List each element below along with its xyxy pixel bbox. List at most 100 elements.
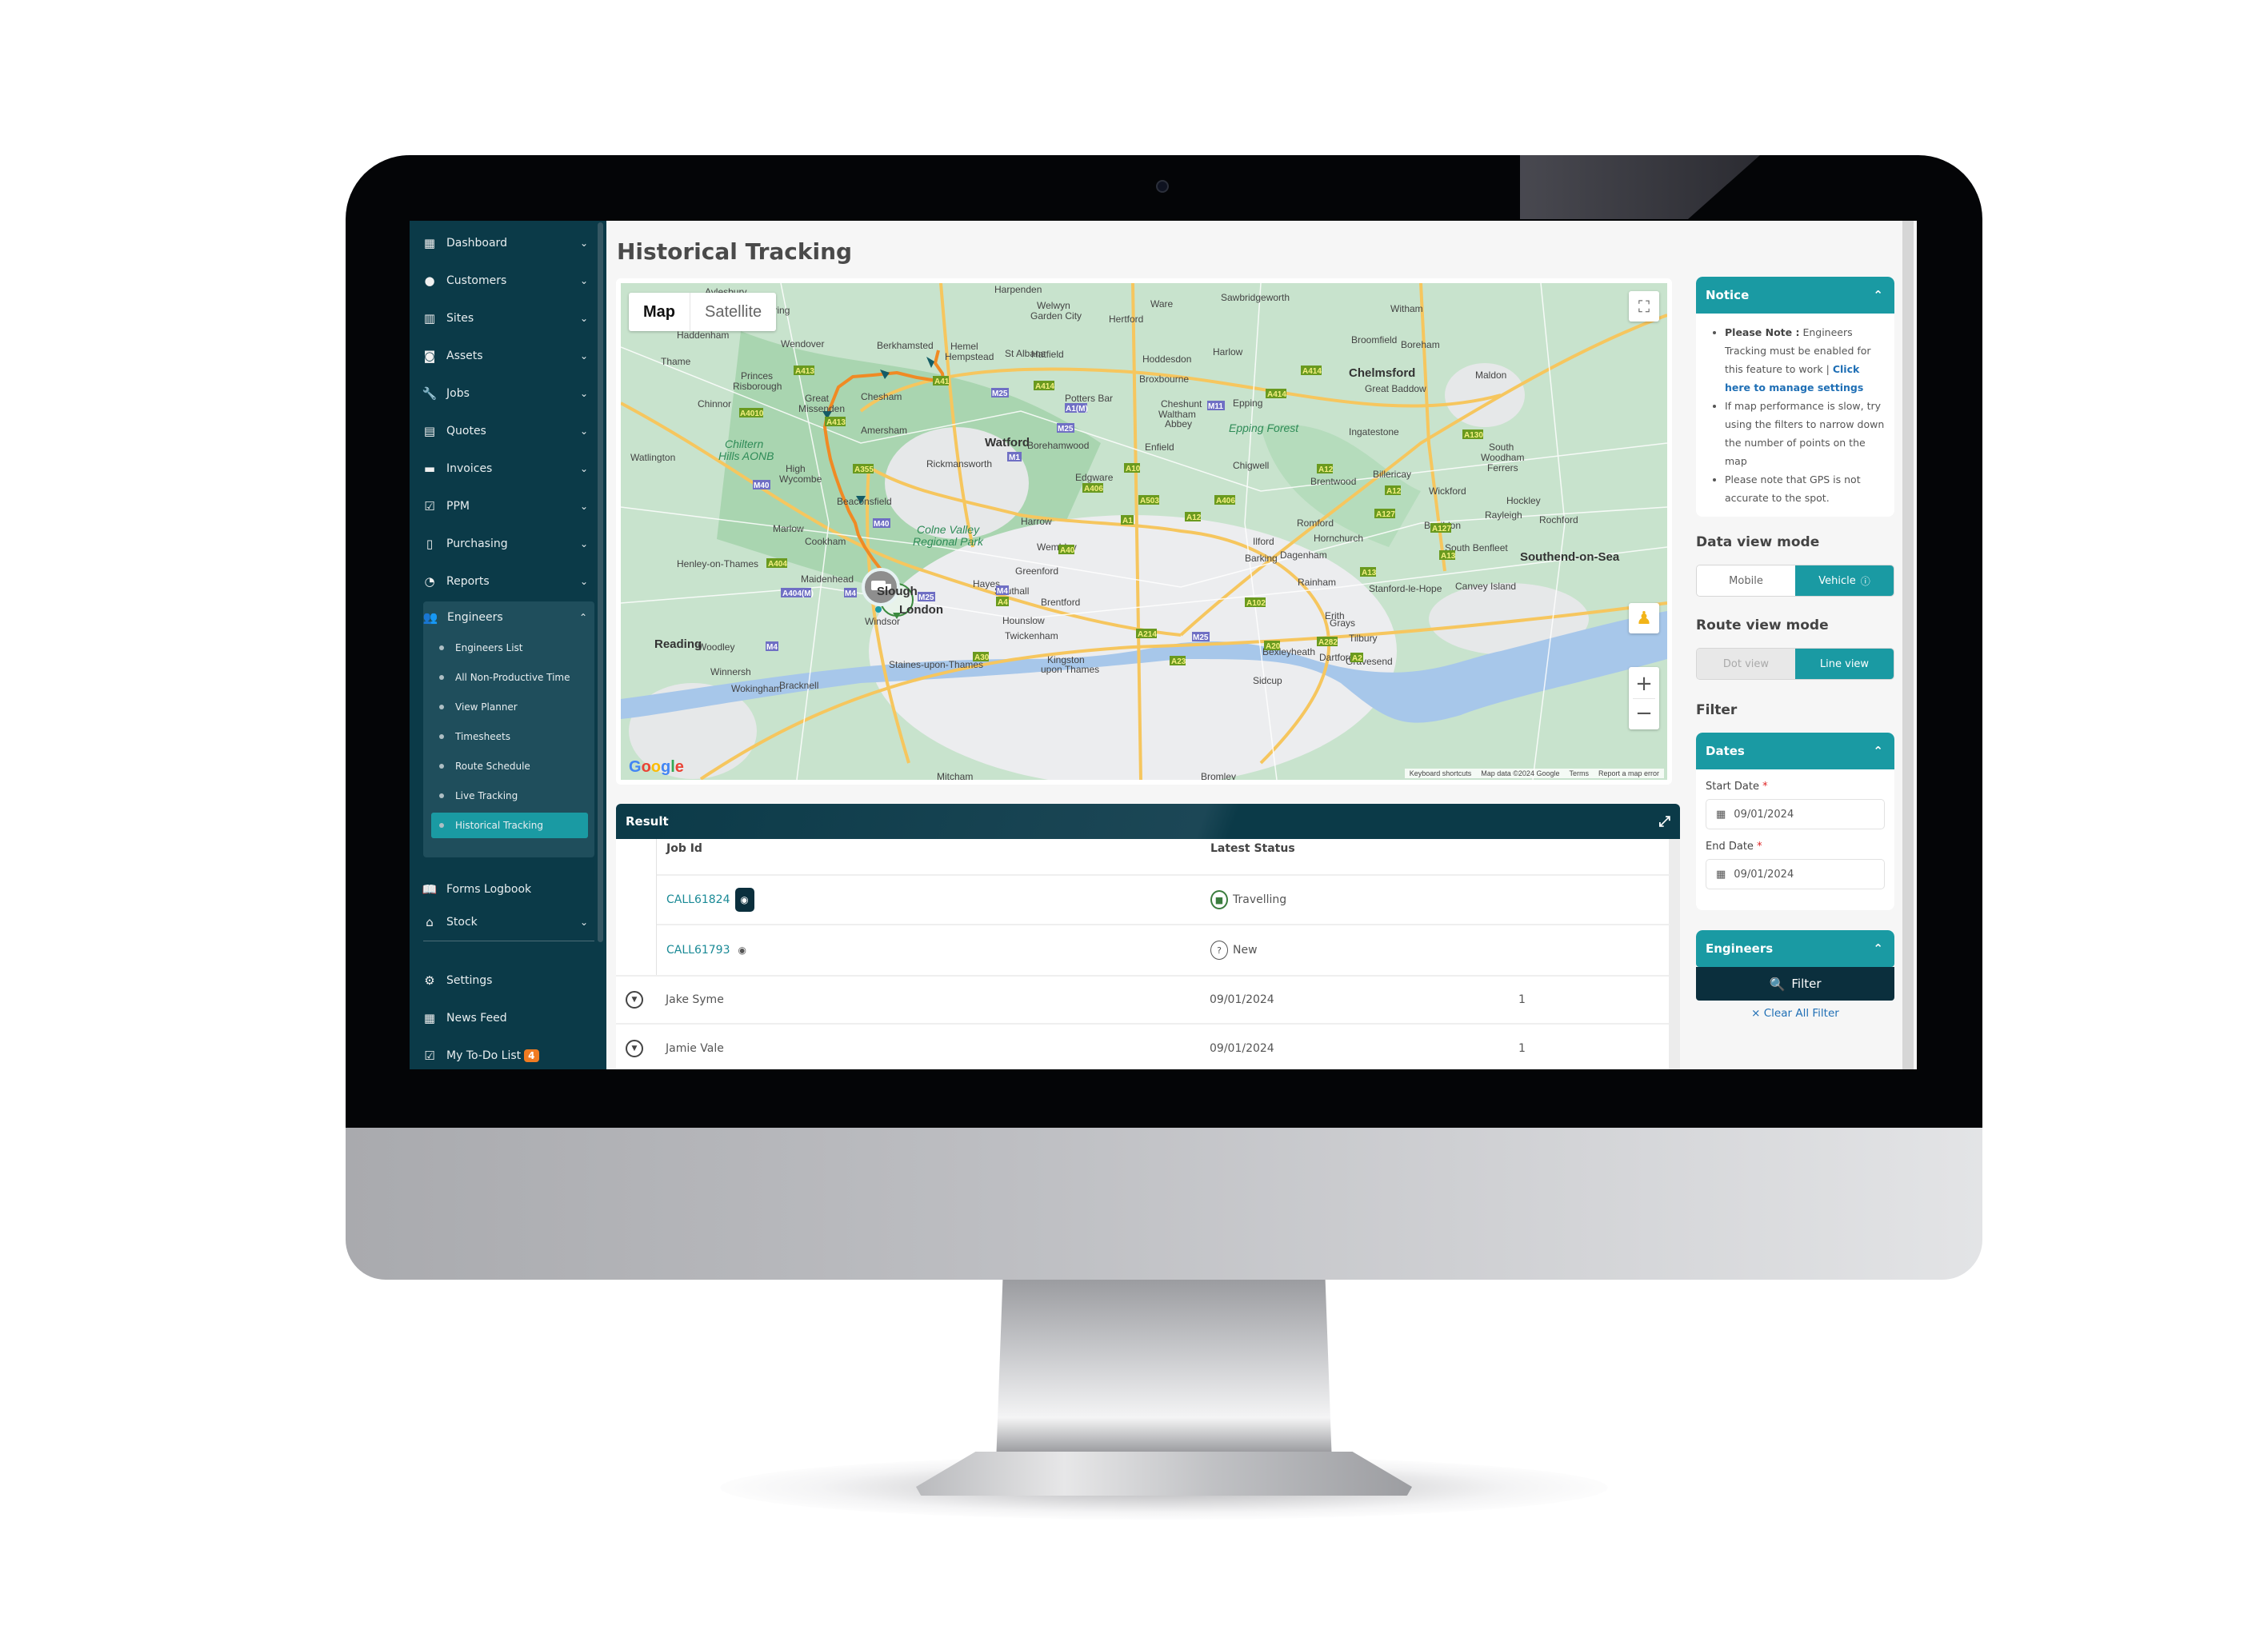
filter-button[interactable]: 🔍 Filter [1696,967,1894,1001]
engineer-date: 09/01/2024 [1210,1042,1274,1055]
clear-all-filter-link[interactable]: × Clear All Filter [1696,1007,1894,1020]
data-view-mode-toggle: Mobile Vehicle ⓘ [1696,565,1894,597]
map-place-label: Risborough [733,381,782,392]
sidebar-subitem-route-schedule[interactable]: Route Schedule [431,753,588,779]
street-view-pegman[interactable]: ♟ [1629,603,1659,633]
sidebar-item-reports[interactable]: ◔ Reports ⌄ [422,565,590,597]
road-shield-label: A12 [1386,487,1402,496]
result-scrollbar[interactable] [1669,839,1680,1069]
job-id-link[interactable]: CALL61824 [666,893,730,906]
dates-header[interactable]: Dates ⌃ [1696,733,1894,769]
map[interactable]: Aylesbury Aston Clinton Tring Haddenham … [621,283,1667,780]
road-shield-label: A214 [1138,630,1157,639]
map-place-label: Rayleigh [1485,509,1522,521]
notice-header[interactable]: Notice ⌃ [1696,277,1894,314]
table-row[interactable]: ▼ Jamie Vale 09/01/2024 1 [616,1025,1669,1069]
line-view-option[interactable]: Line view [1795,649,1894,679]
clipboard-icon: ▤ [423,424,436,438]
map-place-label: Regional Park [913,535,984,548]
sidebar-item-stock[interactable]: ⌂ Stock ⌄ [422,906,590,938]
bullet-icon [439,823,444,828]
expand-icon[interactable]: ⤢ [1659,813,1670,830]
terms-link[interactable]: Terms [1564,769,1594,778]
sidebar-item-purchasing[interactable]: ▯ Purchasing ⌄ [422,528,590,560]
map-place-label: Chigwell [1233,460,1269,471]
dates-card: Dates ⌃ Start Date * ▦ 09/01/2024 End Da… [1696,733,1894,910]
sidebar-subitem-label: Route Schedule [455,761,530,772]
sidebar-subitem-non-productive-time[interactable]: All Non-Productive Time [431,665,588,690]
sidebar-item-customers[interactable]: ● Customers ⌄ [422,265,590,297]
map-type-map-button[interactable]: Map [629,293,690,331]
map-place-label: Sawbridgeworth [1221,292,1290,303]
road-shield-label: A404(M) [782,589,814,598]
map-place-label: Dagenham [1280,549,1327,561]
table-row[interactable]: ▼ Jake Syme 09/01/2024 1 [616,975,1669,1025]
sidebar-subitem-view-planner[interactable]: View Planner [431,694,588,720]
road-shield-label: A4010 [740,410,764,418]
end-date-label-text: End Date [1706,841,1754,853]
sidebar-item-quotes[interactable]: ▤ Quotes ⌄ [422,415,590,447]
sidebar-item-forms-logbook[interactable]: 📖 Forms Logbook [422,873,590,905]
road-shield-label: A1 [1122,517,1133,525]
map-place-label: Witham [1390,303,1423,314]
chevron-up-icon: ⌃ [578,612,588,623]
dot-view-option[interactable]: Dot view [1697,649,1795,679]
sidebar-subitem-historical-tracking[interactable]: Historical Tracking [431,813,588,838]
question-circle-icon[interactable]: ⓘ [1861,574,1870,588]
job-id-link[interactable]: CALL61793 [666,944,730,957]
map-place-label: Beaconsfield [837,496,892,507]
start-date-input[interactable]: ▦ 09/01/2024 [1706,799,1885,829]
sidebar-item-todo-list[interactable]: ☑ My To-Do List 4 [422,1040,590,1069]
van-status-icon: ■ [1210,890,1228,909]
map-place-label: Rickmansworth [926,458,992,469]
zoom-out-button[interactable]: − [1633,697,1655,728]
sidebar-item-ppm[interactable]: ☑ PPM ⌄ [422,490,590,522]
sidebar-item-engineers[interactable]: 👥 Engineers ⌃ [423,601,590,633]
road-shield-label: A2 [1352,654,1362,663]
column-header-latest-status: Latest Status [1210,842,1295,855]
sidebar-item-sites[interactable]: ▥ Sites ⌄ [422,302,590,334]
map-place-label: Slough [877,585,918,598]
expand-row-button[interactable]: ▼ [626,977,643,1023]
sidebar-item-label: Invoices [446,462,493,475]
map-place-label: Thame [661,356,691,367]
engineers-filter-header[interactable]: Engineers ⌃ [1696,930,1894,967]
sidebar-subitem-timesheets[interactable]: Timesheets [431,724,588,749]
sidebar-item-invoices[interactable]: ▬ Invoices ⌄ [422,453,590,485]
sidebar-item-label: Engineers [447,611,503,624]
expand-row-button[interactable]: ▼ [626,1025,643,1069]
map-place-label: Hayes [973,578,1000,589]
sidebar-subitem-live-tracking[interactable]: Live Tracking [431,783,588,809]
vehicle-option[interactable]: Vehicle ⓘ [1795,565,1894,596]
sidebar-scrollbar[interactable] [598,222,603,942]
end-date-input[interactable]: ▦ 09/01/2024 [1706,859,1885,889]
map-card: Aylesbury Aston Clinton Tring Haddenham … [616,278,1672,785]
sidebar-subitem-engineers-list[interactable]: Engineers List [431,635,588,661]
start-date-value: 09/01/2024 [1734,808,1794,821]
eye-icon[interactable]: ◉ [738,945,746,956]
map-place-label: Wendover [781,338,824,350]
fullscreen-button[interactable]: ⛶ [1629,291,1659,322]
sidebar-item-dashboard[interactable]: ▦ Dashboard ⌄ [422,227,590,259]
map-place-label: Broomfield [1351,334,1397,346]
sidebar-item-settings[interactable]: ⚙ Settings [422,965,590,997]
report-map-error-link[interactable]: Report a map error [1594,769,1664,778]
sidebar-item-assets[interactable]: ◙ Assets ⌄ [422,340,590,372]
page-scrollbar[interactable] [1902,221,1914,1069]
keyboard-shortcuts-link[interactable]: Keyboard shortcuts [1405,769,1477,778]
dates-body: Start Date * ▦ 09/01/2024 End Date * ▦ 0… [1696,769,1894,910]
map-place-label: Haddenham [677,330,729,341]
sidebar-item-jobs[interactable]: 🔧 Jobs ⌄ [422,378,590,410]
view-job-button[interactable]: ◉ [734,888,754,912]
table-row: CALL61824 ◉ ■ Travelling [657,876,1670,925]
mobile-option[interactable]: Mobile [1697,565,1795,596]
road-shield-label: A127 [1376,510,1395,519]
map-place-label: Brentwood [1310,476,1356,487]
zoom-in-button[interactable]: + [1635,669,1653,698]
map-place-label: Wickford [1429,485,1466,497]
bullet-icon [439,764,444,769]
sidebar-item-news-feed[interactable]: ▦ News Feed [422,1002,590,1034]
map-type-satellite-button[interactable]: Satellite [690,293,776,331]
map-place-label: Southend-on-Sea [1520,550,1620,564]
map-place-label: Colne Valley [917,523,980,536]
